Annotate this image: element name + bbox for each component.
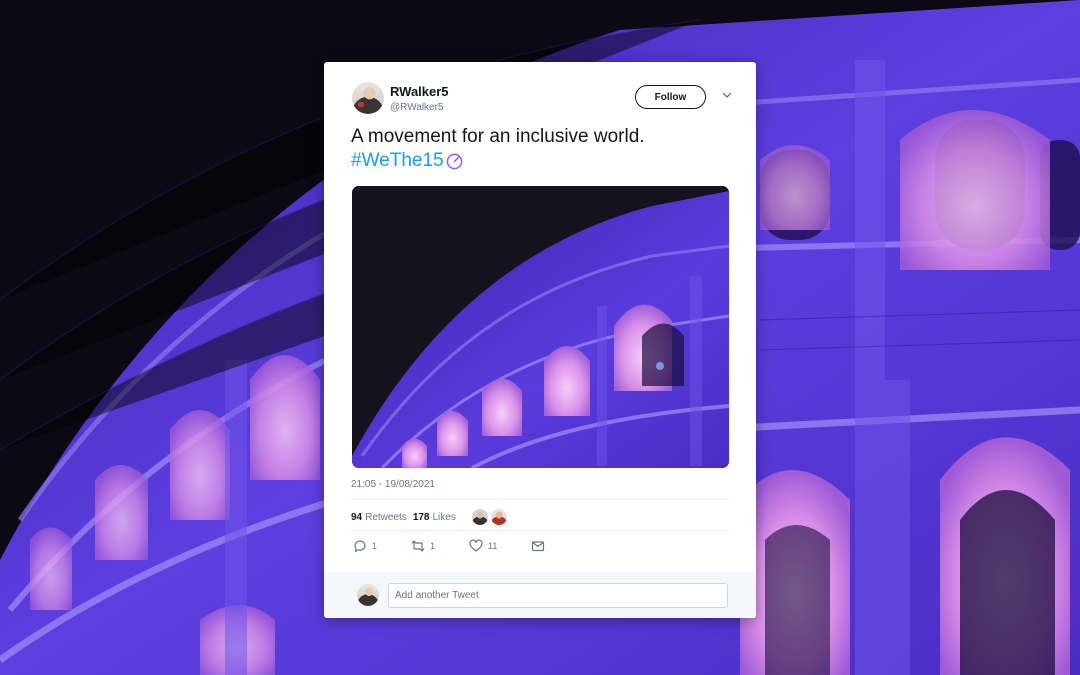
divider xyxy=(351,530,729,531)
tweet-text: A movement for an inclusive world. xyxy=(351,126,645,147)
retweets-count: 94 xyxy=(351,511,363,523)
current-user-avatar xyxy=(357,584,379,606)
author-avatar[interactable] xyxy=(352,82,384,114)
direct-message-action[interactable] xyxy=(531,539,550,553)
tweet-timestamp[interactable]: 21:05 - 19/08/2021 xyxy=(351,479,435,490)
retweets-label: Retweets xyxy=(365,511,407,523)
envelope-icon xyxy=(532,541,545,552)
likers-avatars xyxy=(471,509,510,525)
divider xyxy=(351,499,729,500)
author-name[interactable]: RWalker5 xyxy=(390,84,449,99)
colosseum-photo xyxy=(352,186,729,468)
like-count: 11 xyxy=(488,541,498,551)
reply-composer xyxy=(324,572,756,618)
hashtag-line: #WeThe15 xyxy=(351,149,463,173)
likes-label: Likes xyxy=(432,511,456,523)
tweet-card: RWalker5 @RWalker5 Follow A movement for… xyxy=(324,62,756,618)
retweet-icon xyxy=(411,540,425,552)
tweet-actions: 1 1 11 xyxy=(353,538,584,554)
liker-avatar[interactable] xyxy=(490,509,507,525)
heart-icon xyxy=(469,539,483,552)
likes-stat[interactable]: 178 Likes xyxy=(413,512,456,523)
reply-icon xyxy=(354,540,366,553)
reply-action[interactable]: 1 xyxy=(353,539,377,553)
likes-count: 178 xyxy=(412,511,430,523)
hashtag-link[interactable]: #WeThe15 xyxy=(351,149,444,173)
reply-input[interactable] xyxy=(388,583,728,608)
tweet-header: RWalker5 @RWalker5 Follow xyxy=(352,82,732,118)
wethe15-emblem-icon xyxy=(446,153,462,169)
like-action[interactable]: 11 xyxy=(469,539,497,553)
retweet-action[interactable]: 1 xyxy=(411,539,435,553)
reply-count: 1 xyxy=(372,541,378,551)
tweet-media-photo[interactable] xyxy=(352,186,729,468)
liker-avatar[interactable] xyxy=(471,509,488,525)
follow-button[interactable]: Follow xyxy=(635,85,706,109)
retweets-stat[interactable]: 94 Retweets xyxy=(351,512,407,523)
retweet-count: 1 xyxy=(430,541,436,551)
tweet-stats: 94 Retweets 178 Likes xyxy=(351,506,510,528)
chevron-down-icon[interactable] xyxy=(722,90,732,100)
author-handle[interactable]: @RWalker5 xyxy=(390,102,444,113)
